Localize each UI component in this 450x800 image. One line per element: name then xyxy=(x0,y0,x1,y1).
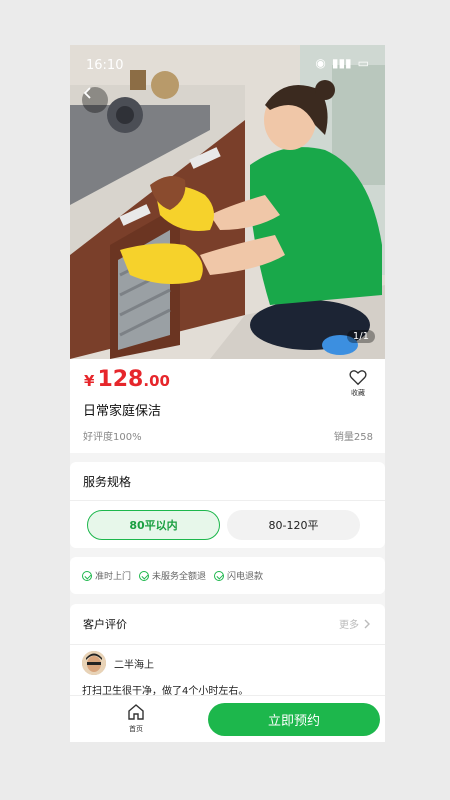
sales-count: 销量258 xyxy=(333,432,373,443)
divider xyxy=(70,644,385,645)
guarantee-item: 闪电退款 xyxy=(214,569,263,582)
chevron-left-icon xyxy=(83,87,91,99)
home-icon xyxy=(128,704,144,720)
favorite-label: 收藏 xyxy=(351,389,365,397)
heart-icon xyxy=(349,370,367,386)
bottom-bar: 首页 立即预约 xyxy=(70,695,385,742)
spec-card: 服务规格 80平以内 80-120平 xyxy=(70,462,385,548)
favorite-button[interactable]: 收藏 xyxy=(345,369,371,398)
spec-title: 服务规格 xyxy=(83,475,132,489)
check-circle-icon xyxy=(82,570,92,581)
check-circle-icon xyxy=(214,570,225,581)
more-label: 更多 xyxy=(339,620,359,631)
service-title: 日常家庭保洁 xyxy=(83,404,162,419)
eye-icon: ◉ xyxy=(315,56,326,70)
signal-icon: ▮▮▮ xyxy=(331,56,352,70)
review-username: 二半海上 xyxy=(114,660,154,671)
back-button[interactable] xyxy=(82,87,108,113)
price-currency: ¥ xyxy=(84,372,95,390)
price-decimal: .00 xyxy=(143,372,170,390)
spec-option-selected[interactable]: 80平以内 xyxy=(87,510,220,540)
divider xyxy=(70,500,385,501)
guarantee-label: 准时上门 xyxy=(95,572,132,582)
reviews-title: 客户评价 xyxy=(83,618,127,631)
status-icons: ◉ ▮▮▮ ▭ xyxy=(315,56,369,70)
guarantee-bar: 准时上门 未服务全额退 闪电退款 xyxy=(70,557,385,594)
battery-icon: ▭ xyxy=(357,56,369,70)
spec-option[interactable]: 80-120平 xyxy=(227,510,360,540)
guarantee-label: 未服务全额退 xyxy=(152,572,207,582)
check-circle-icon xyxy=(139,570,150,581)
price: ¥ 128 .00 xyxy=(84,367,170,392)
rating-text: 好评度100% xyxy=(83,432,142,443)
status-time: 16:10 xyxy=(86,58,124,73)
home-button[interactable]: 首页 xyxy=(122,704,150,734)
home-label: 首页 xyxy=(129,725,143,733)
guarantee-label: 闪电退款 xyxy=(227,572,264,582)
guarantee-item: 准时上门 xyxy=(82,569,131,582)
reviews-more-link[interactable]: 更多 xyxy=(339,616,371,631)
price-main: 128 xyxy=(97,367,144,392)
image-counter: 1/1 xyxy=(346,330,375,343)
phone-screen: 16:10 ◉ ▮▮▮ ▭ 1/1 ¥ 128 .00 收藏 日常家庭保洁 好评… xyxy=(70,45,385,742)
guarantee-item: 未服务全额退 xyxy=(139,569,206,582)
book-now-button[interactable]: 立即预约 xyxy=(208,703,380,736)
chevron-right-icon xyxy=(364,619,370,628)
service-photo[interactable]: 16:10 ◉ ▮▮▮ ▭ 1/1 xyxy=(70,45,385,359)
avatar xyxy=(82,651,106,675)
price-card: ¥ 128 .00 收藏 日常家庭保洁 好评度100% 销量258 xyxy=(70,359,385,453)
